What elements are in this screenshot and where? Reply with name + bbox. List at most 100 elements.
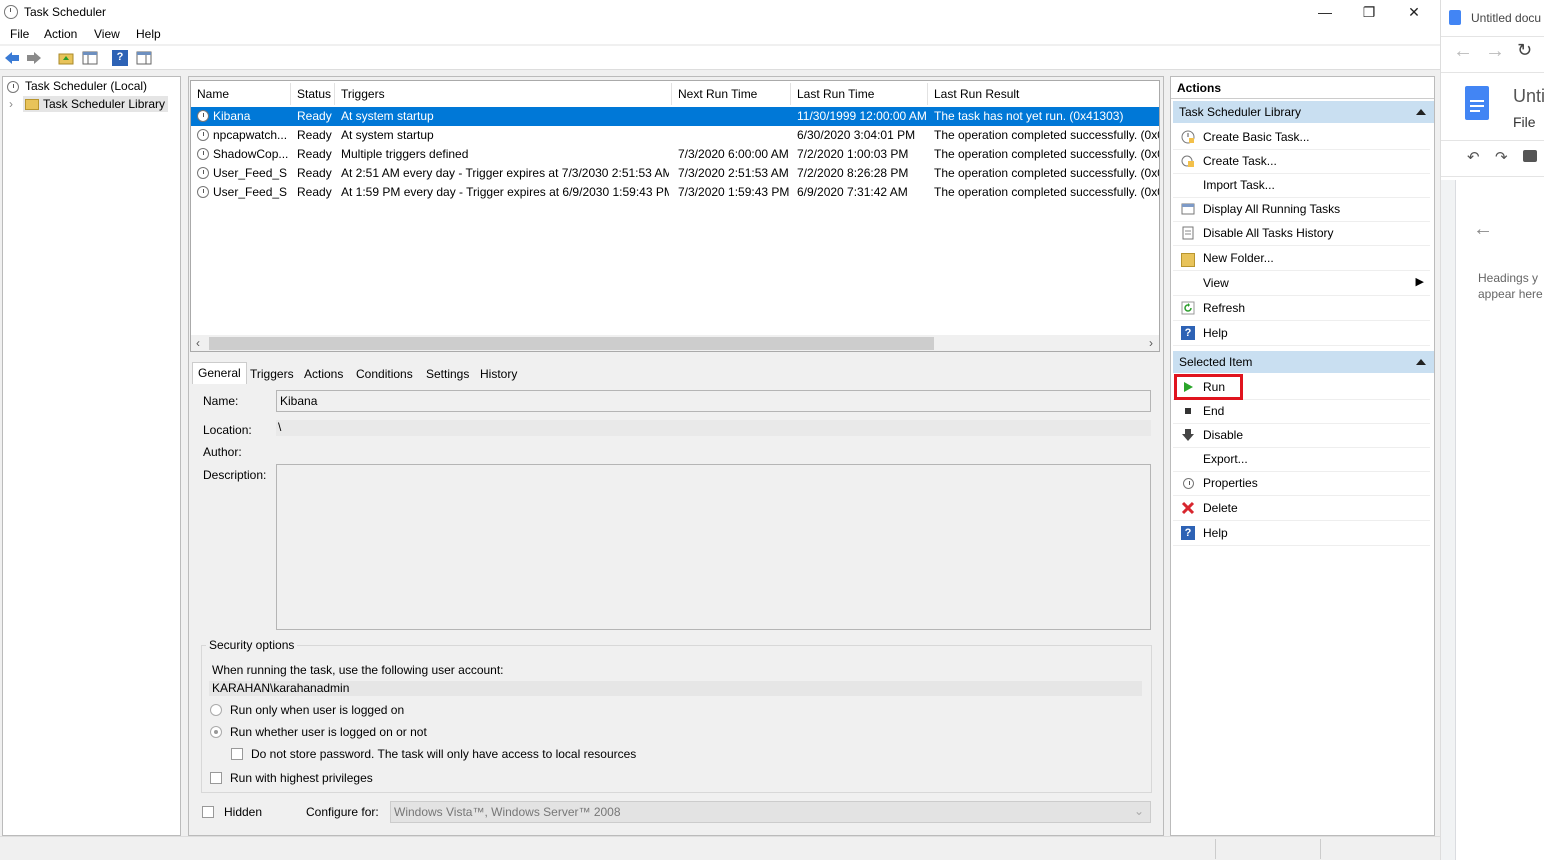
collapse-icon[interactable] [1416, 359, 1426, 365]
description-field[interactable] [276, 464, 1151, 630]
task-result: The task has not yet run. (0x41303) [934, 109, 1124, 123]
col-next-run[interactable]: Next Run Time [678, 87, 757, 101]
help-action-selected[interactable]: ? Help [1173, 521, 1430, 546]
browser-reload-icon[interactable]: ↻ [1517, 40, 1532, 61]
browser-back-icon[interactable]: ← [1453, 40, 1473, 63]
task-last-run: 6/30/2020 3:04:01 PM [797, 128, 916, 142]
toolbar: ? [0, 46, 1440, 70]
col-status[interactable]: Status [297, 87, 331, 101]
docs-logo-icon [1449, 10, 1461, 25]
task-triggers: At system startup [341, 109, 434, 123]
create-basic-task-action[interactable]: Create Basic Task... [1173, 125, 1430, 150]
menu-help[interactable]: Help [136, 27, 161, 41]
tab-triggers[interactable]: Triggers [250, 367, 294, 381]
run-logged-on-radio[interactable] [210, 704, 222, 716]
menu-view[interactable]: View [94, 27, 120, 41]
action-label: Properties [1203, 476, 1258, 490]
refresh-action[interactable]: Refresh [1173, 296, 1430, 321]
do-not-store-password-checkbox[interactable] [231, 748, 243, 760]
selected-item-section-header[interactable]: Selected Item [1173, 351, 1434, 373]
configure-for-select[interactable]: Windows Vista™, Windows Server™ 2008 ⌄ [390, 801, 1151, 823]
scroll-thumb[interactable] [209, 337, 934, 350]
horizontal-scrollbar[interactable]: ‹ › [191, 335, 1159, 351]
forward-arrow-icon[interactable] [26, 50, 42, 66]
print-icon[interactable] [1523, 150, 1537, 162]
docs-title[interactable]: Unti [1513, 86, 1544, 107]
close-button[interactable]: ✕ [1400, 2, 1428, 22]
display-running-tasks-action[interactable]: Display All Running Tasks [1173, 197, 1430, 222]
task-result: The operation completed successfully. (0… [934, 166, 1159, 180]
menu-file[interactable]: File [10, 27, 29, 41]
outline-back-icon[interactable]: ← [1473, 218, 1493, 241]
back-arrow-icon[interactable] [4, 50, 20, 66]
create-basic-task-icon [1181, 130, 1195, 144]
docs-tab[interactable]: Untitled docu [1449, 8, 1544, 28]
task-scheduler-icon [4, 5, 18, 19]
collapse-icon[interactable] [1416, 109, 1426, 115]
minimize-button[interactable]: — [1311, 2, 1339, 22]
task-row[interactable]: User_Feed_S... Ready At 2:51 AM every da… [191, 164, 1159, 183]
run-whether-logged-radio[interactable] [210, 726, 222, 738]
task-last-run: 11/30/1999 12:00:00 AM [797, 109, 927, 123]
highest-privileges-checkbox[interactable] [210, 772, 222, 784]
create-task-action[interactable]: Create Task... [1173, 149, 1430, 174]
hidden-checkbox[interactable] [202, 806, 214, 818]
delete-action[interactable]: Delete [1173, 496, 1430, 521]
task-icon [197, 167, 209, 179]
task-last-run: 7/2/2020 8:26:28 PM [797, 166, 909, 180]
docs-tab-title: Untitled docu [1471, 11, 1542, 25]
properties-action[interactable]: Properties [1173, 471, 1430, 496]
tree-expander[interactable]: › [9, 97, 13, 111]
library-section-header[interactable]: Task Scheduler Library [1173, 101, 1434, 123]
export-action[interactable]: Export... [1173, 447, 1430, 472]
task-row[interactable]: ShadowCop... Ready Multiple triggers def… [191, 145, 1159, 164]
disable-tasks-history-action[interactable]: Disable All Tasks History [1173, 221, 1430, 246]
action-label: View [1203, 276, 1229, 290]
end-action[interactable]: End [1173, 399, 1430, 424]
show-hide-console-icon[interactable] [82, 50, 98, 66]
library-section-label: Task Scheduler Library [1179, 105, 1302, 119]
help-icon[interactable]: ? [112, 50, 128, 66]
status-bar [0, 836, 1440, 860]
menu-action[interactable]: Action [44, 27, 77, 41]
col-last-run[interactable]: Last Run Time [797, 87, 874, 101]
task-name: Kibana [213, 109, 251, 123]
action-label: Create Task... [1203, 154, 1277, 168]
help-action[interactable]: ? Help [1173, 321, 1430, 346]
maximize-button[interactable]: ❐ [1355, 2, 1383, 22]
scroll-left-arrow-icon[interactable]: ‹ [196, 336, 200, 350]
view-action[interactable]: View ▶ [1173, 271, 1430, 296]
user-account-field: KARAHAN\karahanadmin [209, 681, 1142, 696]
tab-settings[interactable]: Settings [426, 367, 469, 381]
scroll-right-arrow-icon[interactable]: › [1149, 336, 1153, 350]
task-next-run: 7/3/2020 2:51:53 AM [678, 166, 789, 180]
undo-icon[interactable]: ↶ [1467, 148, 1480, 166]
task-result: The operation completed successfully. (0… [934, 185, 1159, 199]
task-row[interactable]: User_Feed_S... Ready At 1:59 PM every da… [191, 183, 1159, 202]
action-pane-icon[interactable] [136, 50, 152, 66]
browser-forward-icon[interactable]: → [1485, 40, 1505, 63]
task-row[interactable]: Kibana Ready At system startup 11/30/199… [191, 107, 1159, 126]
col-name[interactable]: Name [197, 87, 229, 101]
task-status: Ready [297, 166, 332, 180]
docs-menu-file[interactable]: File [1513, 114, 1536, 130]
task-result: The operation completed successfully. (0… [934, 147, 1159, 161]
tree-item-local[interactable]: Task Scheduler (Local) [7, 79, 147, 93]
tab-general[interactable]: General [192, 362, 247, 384]
task-row[interactable]: npcapwatch... Ready At system startup 6/… [191, 126, 1159, 145]
redo-icon[interactable]: ↷ [1495, 148, 1508, 166]
disable-action[interactable]: Disable [1173, 423, 1430, 448]
name-field[interactable]: Kibana [276, 390, 1151, 412]
col-triggers[interactable]: Triggers [341, 87, 385, 101]
col-last-result[interactable]: Last Run Result [934, 87, 1019, 101]
tree-item-library[interactable]: Task Scheduler Library [23, 96, 169, 112]
import-task-action[interactable]: Import Task... [1173, 173, 1430, 198]
up-folder-icon[interactable] [58, 50, 74, 66]
tab-conditions[interactable]: Conditions [356, 367, 413, 381]
task-name: npcapwatch... [213, 128, 288, 142]
tab-history[interactable]: History [480, 367, 517, 381]
new-folder-action[interactable]: New Folder... [1173, 246, 1430, 271]
tab-actions[interactable]: Actions [304, 367, 343, 381]
task-triggers: At system startup [341, 128, 434, 142]
folder-clock-icon [25, 99, 39, 111]
